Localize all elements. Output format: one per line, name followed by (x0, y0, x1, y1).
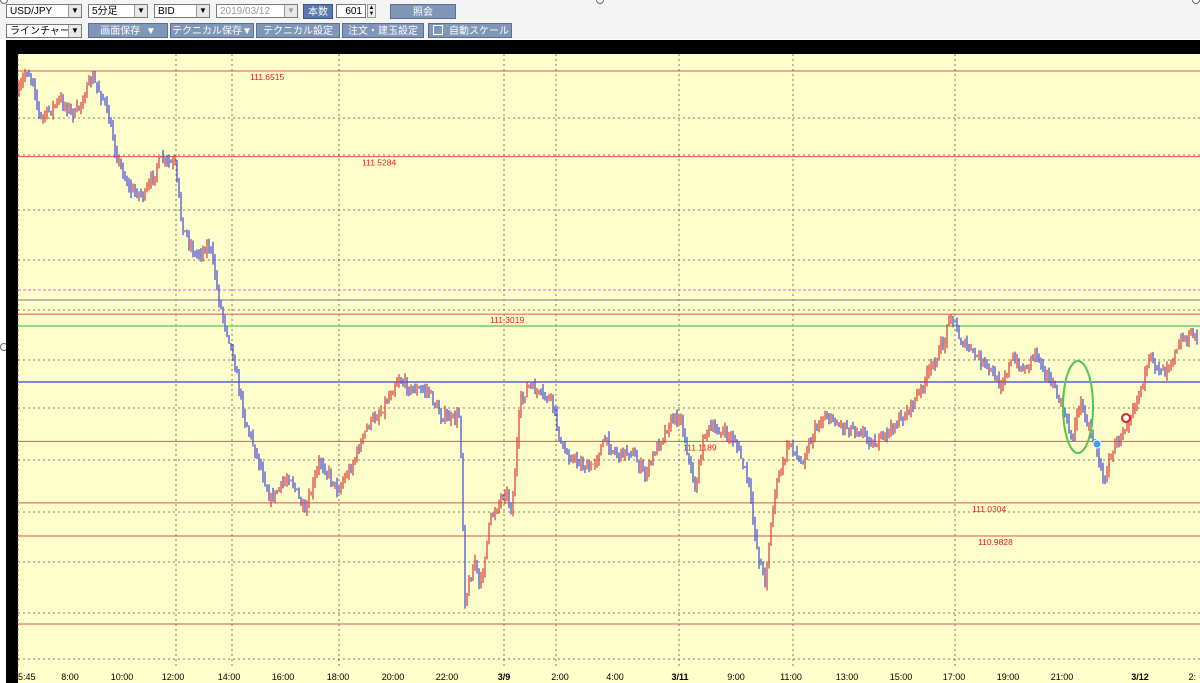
count-input[interactable]: 601 (336, 4, 366, 18)
x-tick-label: 3/11 (671, 672, 688, 682)
price-type-select[interactable]: BID ▼ (154, 4, 210, 18)
chevron-down-icon: ▼ (134, 5, 147, 17)
level-label: 111.5284 (362, 158, 396, 168)
x-tick-label: 13:00 (836, 672, 859, 682)
price-type-select-value: BID (158, 6, 175, 17)
x-tick-label: 16:00 (272, 672, 295, 682)
date-field[interactable]: 2019/03/12 ▼ (216, 4, 298, 18)
x-tick-label: 9:00 (727, 672, 745, 682)
save-technical-button[interactable]: テクニカル保存▼ (170, 23, 254, 38)
level-label: 111.6515 (250, 72, 284, 82)
plot-area (18, 54, 1200, 668)
x-tick-label: 12:00 (162, 672, 185, 682)
save-screen-label: 画面保存 (100, 26, 141, 37)
symbol-select[interactable]: USD/JPY ▼ (6, 4, 82, 18)
save-screen-button[interactable]: 画面保存 ▼ (88, 23, 168, 38)
toolbar-row-2: ラインチャート ▼ 画面保存 ▼ テクニカル保存▼ テクニカル設定 注文・建玉設… (0, 22, 1200, 39)
x-tick-label: 22:00 (436, 672, 459, 682)
checkbox-icon (433, 25, 443, 35)
entry-marker-blue (1092, 439, 1102, 449)
x-axis: 5:45 8:00 10:00 12:00 14:00 16:00 18:00 20:00 22… (18, 668, 1200, 683)
chevron-down-icon: ▼ (68, 5, 81, 17)
symbol-select-value: USD/JPY (10, 6, 53, 17)
legend-label: USD/JPY (33, 44, 71, 54)
x-tick-label: 2: (1188, 672, 1196, 682)
x-tick-label: 3/9 (498, 672, 511, 682)
symbol-legend: USD/JPY (21, 44, 71, 54)
level-label: 111.3019 (490, 315, 524, 325)
x-tick-label: 5:45 (18, 672, 36, 682)
timeframe-select[interactable]: 5分足 ▼ (88, 4, 148, 18)
x-tick-label: 11:00 (780, 672, 802, 682)
count-label: 本数 (303, 4, 333, 19)
x-tick-label: 10:00 (111, 672, 134, 682)
view-button[interactable]: 照会 (390, 4, 456, 19)
x-tick-label: 18:00 (327, 672, 350, 682)
x-tick-label: 19:00 (997, 672, 1020, 682)
x-tick-label: 21:00 (1051, 672, 1074, 682)
chart-type-select[interactable]: ラインチャート ▼ (6, 24, 82, 38)
chevron-down-icon: ▼ (284, 5, 297, 17)
level-label: 110.9828 (978, 537, 1013, 547)
x-tick-label: 2:00 (551, 672, 569, 682)
chevron-down-icon: ▼ (196, 5, 209, 17)
timeframe-select-value: 5分足 (92, 6, 118, 17)
chart-canvas: 111.6515 111.5284 111.3019 111.1189 111.0304… (17, 44, 1200, 683)
auto-scale-toggle[interactable]: 自動スケール (428, 23, 512, 38)
x-tick-label: 3/12 (1131, 672, 1149, 682)
level-label: 111.1189 (683, 442, 717, 452)
x-tick-label: 17:00 (943, 672, 966, 682)
x-tick-label: 14:00 (218, 672, 241, 682)
price-chart[interactable]: 111.6515 111.5284 111.3019 111.1189 111.0304… (6, 40, 1200, 683)
auto-scale-label: 自動スケール (449, 26, 509, 37)
level-label: 111.0304 (972, 504, 1006, 514)
entry-marker-red (1121, 413, 1131, 423)
chevron-down-icon: ▼ (143, 26, 156, 37)
order-settings-button[interactable]: 注文・建玉設定 (342, 23, 424, 38)
chevron-down-icon: ▼ (68, 25, 81, 37)
x-tick-label: 8:00 (61, 672, 79, 682)
x-tick-label: 20:00 (382, 672, 405, 682)
date-field-value: 2019/03/12 (220, 6, 271, 17)
count-stepper[interactable]: ▲ ▼ (367, 4, 376, 18)
x-tick-label: 4:00 (606, 672, 624, 682)
x-tick-label: 15:00 (890, 672, 913, 682)
technical-settings-button[interactable]: テクニカル設定 (256, 23, 340, 38)
